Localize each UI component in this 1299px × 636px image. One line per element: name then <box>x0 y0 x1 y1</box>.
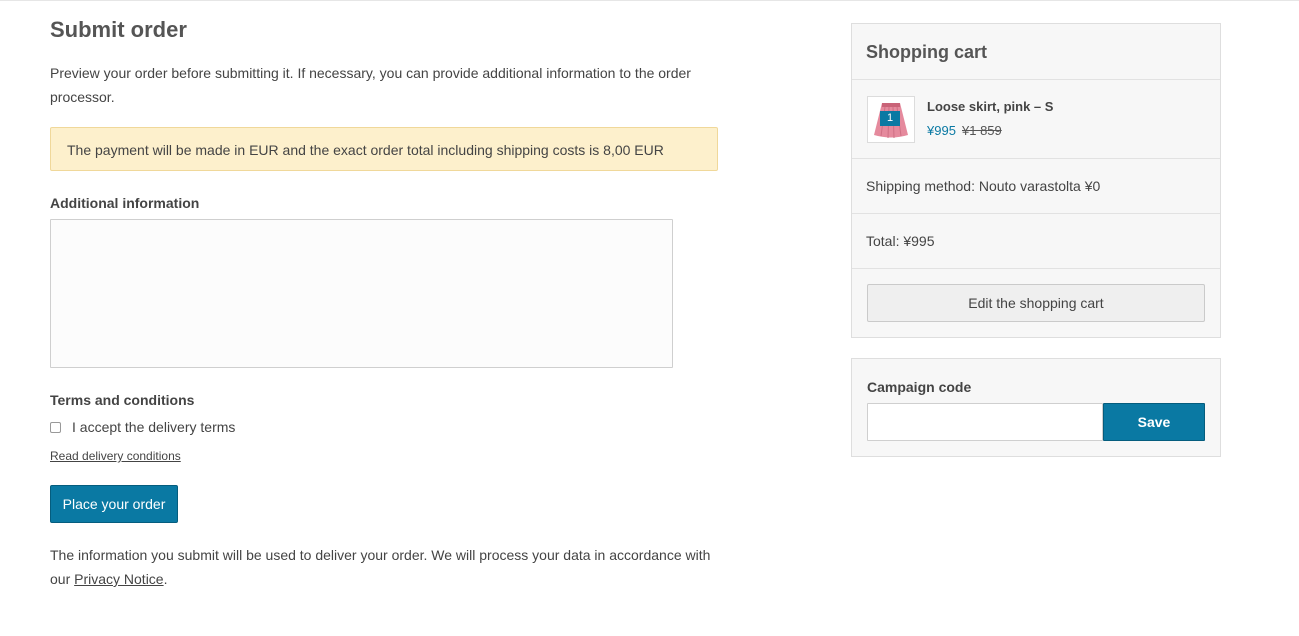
accept-terms-checkbox[interactable] <box>50 421 61 433</box>
privacy-notice-link[interactable]: Privacy Notice <box>74 571 163 587</box>
accept-terms-label[interactable]: I accept the delivery terms <box>72 419 235 435</box>
campaign-code-panel: Campaign code Save <box>851 358 1221 457</box>
intro-text: Preview your order before submitting it.… <box>50 65 691 105</box>
accept-terms-row[interactable]: I accept the delivery terms <box>50 419 730 435</box>
additional-info-textarea[interactable] <box>50 219 673 368</box>
terms-heading: Terms and conditions <box>50 392 195 408</box>
item-name: Loose skirt, pink – S <box>927 99 1054 114</box>
payment-notice: The payment will be made in EUR and the … <box>50 127 718 171</box>
quantity-badge: 1 <box>880 111 900 126</box>
additional-info-label: Additional information <box>50 195 200 211</box>
page-title: Submit order <box>50 17 187 42</box>
edit-cart-button[interactable]: Edit the shopping cart <box>867 284 1205 322</box>
place-order-button[interactable]: Place your order <box>50 485 178 523</box>
cart-item: 1 Loose skirt, pink – S ¥995 ¥1 859 <box>852 80 1220 159</box>
shipping-method: Shipping method: Nouto varastolta ¥0 <box>852 159 1220 214</box>
save-campaign-button[interactable]: Save <box>1103 403 1205 441</box>
shopping-cart-panel: Shopping cart 1 Loose skirt, pink – S ¥9… <box>851 23 1221 338</box>
top-divider <box>0 0 1299 1</box>
campaign-code-input[interactable] <box>867 403 1103 441</box>
cart-title: Shopping cart <box>852 24 1220 80</box>
item-price: ¥995 <box>927 123 956 138</box>
item-original-price: ¥1 859 <box>962 123 1002 138</box>
read-delivery-conditions-link[interactable]: Read delivery conditions <box>50 449 181 463</box>
cart-total: Total: ¥995 <box>852 214 1220 269</box>
privacy-footnote: The information you submit will be used … <box>50 543 730 591</box>
campaign-code-label: Campaign code <box>867 379 972 395</box>
footnote-end: . <box>163 571 168 587</box>
order-form: Submit order Preview your order before s… <box>50 16 730 591</box>
